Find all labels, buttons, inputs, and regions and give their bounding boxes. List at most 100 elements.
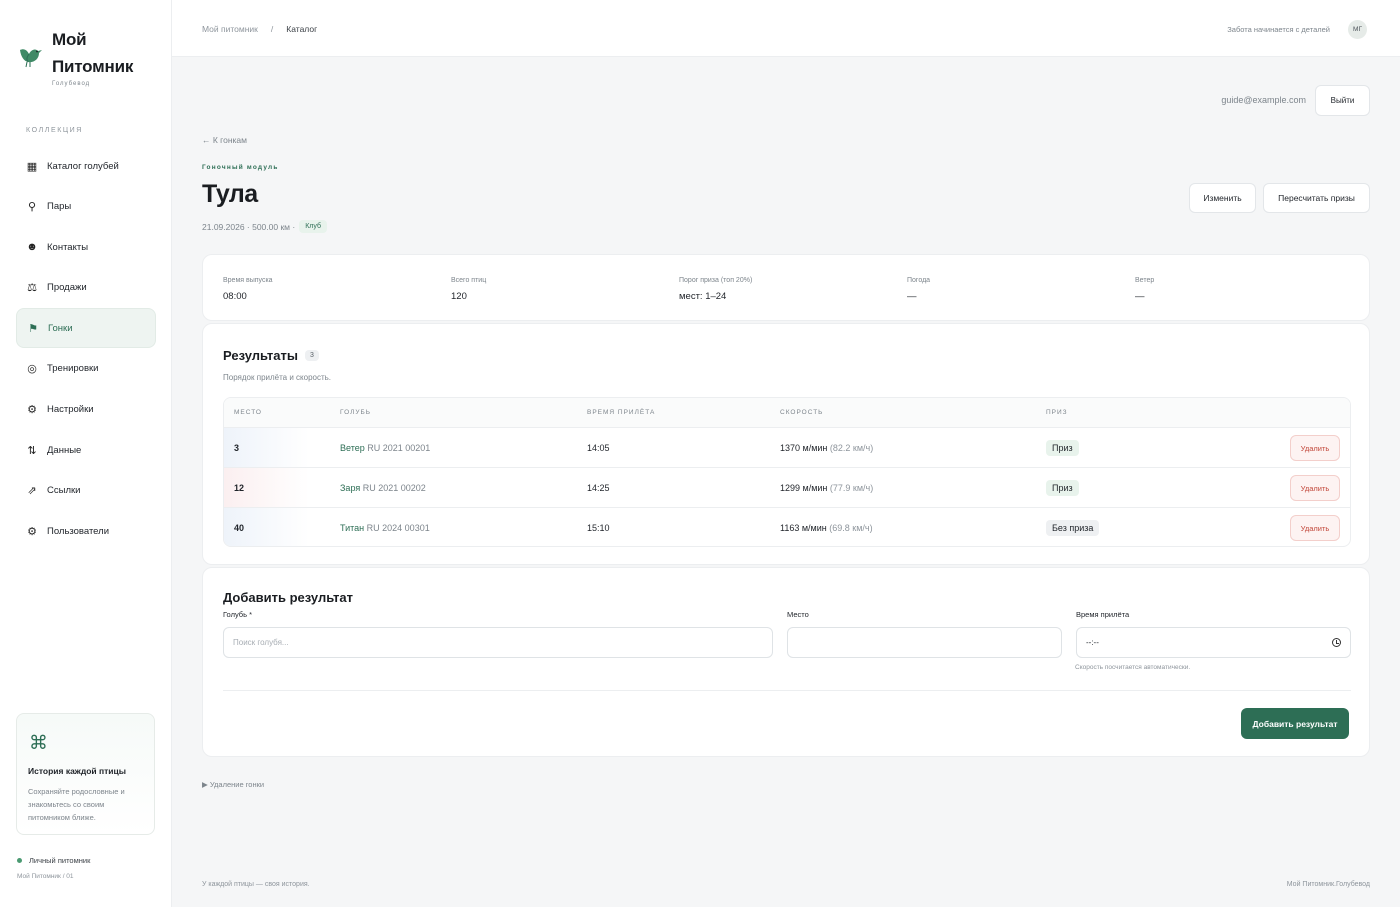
edit-button[interactable]: Изменить — [1189, 183, 1256, 213]
column-header: ПРИЗ — [1046, 409, 1068, 416]
stat-label: Погода — [907, 277, 931, 284]
sidebar-item-sales[interactable]: ⚖ Продажи — [16, 268, 156, 308]
table-row: 3 Ветер RU 2021 00201 14:05 1370 м/мин (… — [224, 428, 1350, 468]
sidebar-item-label: Каталог голубей — [47, 160, 119, 172]
sidebar-item-trainings[interactable]: ◎ Тренировки — [16, 349, 156, 389]
delete-race-toggle[interactable]: ▶ Удаление гонки — [202, 780, 264, 789]
sidebar-item-links[interactable]: ⇗ Ссылки — [16, 471, 156, 511]
pigeon-field-label: Голубь * — [223, 610, 252, 619]
sidebar-item-settings[interactable]: ⚙ Настройки — [16, 390, 156, 430]
recalculate-prizes-button[interactable]: Пересчитать призы — [1263, 183, 1370, 213]
sidebar-item-label: Данные — [47, 444, 82, 456]
stat-value: — — [907, 291, 917, 302]
sidebar-item-label: Настройки — [47, 404, 94, 416]
column-header: ГОЛУБЬ — [340, 409, 372, 416]
breadcrumb: Мой питомник / Каталог — [202, 24, 317, 34]
sidebar-item-catalog[interactable]: ▦ Каталог голубей — [16, 146, 156, 186]
clock-icon[interactable] — [1332, 638, 1341, 647]
topbar: Мой питомник / Каталог Забота начинается с… — [172, 0, 1400, 57]
results-table: МЕСТО ГОЛУБЬ ВРЕМЯ ПРИЛЁТА СКОРОСТЬ ПРИЗ… — [223, 397, 1351, 547]
speed-cell: 1370 м/мин (82.2 км/ч) — [780, 443, 873, 453]
sidebar-meta: Мой Питомник / 01 — [17, 873, 74, 880]
sidebar-item-races[interactable]: ⚑ Гонки — [16, 308, 156, 349]
results-count-badge: 3 — [304, 350, 319, 361]
results-title-text: Результаты — [223, 348, 298, 363]
pigeon-name[interactable]: Ветер — [340, 443, 365, 453]
table-row: 40 Титан RU 2024 00301 15:10 1163 м/мин … — [224, 508, 1350, 546]
sidebar-item-pairs[interactable]: ⚲ Пары — [16, 187, 156, 227]
sidebar-item-label: Ссылки — [47, 485, 81, 497]
stat-label: Порог приза (топ 20%) — [679, 277, 753, 284]
arrival-time-field-label: Время прилёта — [1076, 610, 1130, 619]
sidebar-item-contacts[interactable]: ☻ Контакты — [16, 227, 156, 267]
add-result-button[interactable]: Добавить результат — [1241, 708, 1349, 739]
place-input[interactable] — [787, 627, 1062, 658]
logout-button[interactable]: Выйти — [1315, 85, 1370, 116]
status-dot-icon — [17, 858, 22, 863]
link-arrow-icon: ⇗ — [27, 485, 37, 498]
back-link[interactable]: ← К гонкам — [202, 135, 247, 145]
sidebar-item-users[interactable]: ⚙ Пользователи — [16, 511, 156, 551]
sidebar: Мой Питомник Голубевод КОЛЛЕКЦИЯ ▦ Катал… — [0, 0, 172, 907]
delete-result-button[interactable]: Удалить — [1290, 475, 1340, 501]
delete-result-button[interactable]: Удалить — [1290, 435, 1340, 461]
place-field-label: Место — [787, 610, 809, 619]
speed-hint: Скорость посчитается автоматически. — [1075, 664, 1191, 671]
pigeon-ring: RU 2021 00202 — [362, 483, 426, 493]
sidebar-item-label: Пары — [47, 201, 72, 213]
sidebar-item-data[interactable]: ⇅ Данные — [16, 430, 156, 470]
promo-title: История каждой птицы — [28, 766, 127, 776]
prize-badge: Приз — [1046, 480, 1079, 496]
stat-value: 08:00 — [223, 291, 247, 302]
logo[interactable]: Мой Питомник Голубевод — [18, 26, 168, 90]
promo-card: ⌘ История каждой птицы Сохраняйте родосл… — [16, 713, 155, 835]
pigeon-search-input[interactable] — [223, 627, 773, 658]
stat-label: Ветер — [1135, 277, 1155, 284]
divider — [223, 690, 1351, 691]
speed-kmh: (69.8 км/ч) — [829, 523, 873, 533]
pigeon-name[interactable]: Заря — [340, 483, 360, 493]
stat-value: мест: 1–24 — [679, 291, 727, 302]
brand-subtitle: Голубевод — [52, 81, 91, 87]
tagline: Забота начинается с деталей — [1227, 25, 1330, 34]
breadcrumb-separator: / — [270, 24, 274, 34]
arrival-time-input[interactable]: --:-- — [1076, 627, 1351, 658]
stat-release-time: Время выпуска 08:00 — [223, 277, 273, 302]
pigeon-cell[interactable]: Титан RU 2024 00301 — [340, 523, 430, 533]
stat-weather: Погода — — [907, 277, 930, 302]
promo-text: Сохраняйте родословные и знакомьтесь со … — [28, 787, 125, 822]
sidebar-item-label: Гонки — [48, 322, 73, 334]
stat-wind: Ветер — — [1135, 277, 1154, 302]
breadcrumb-root[interactable]: Мой питомник — [202, 24, 258, 34]
speed-cell: 1163 м/мин (69.8 км/ч) — [780, 523, 873, 533]
sidebar-item-label: Пользователи — [47, 525, 110, 537]
pigeon-ring: RU 2024 00301 — [366, 523, 430, 533]
pigeon-cell[interactable]: Заря RU 2021 00202 — [340, 483, 426, 493]
speed-kmh: (82.2 км/ч) — [829, 443, 874, 453]
avatar[interactable]: МГ — [1348, 20, 1367, 39]
results-title: Результаты 3 — [223, 348, 319, 363]
prize-badge: Приз — [1046, 440, 1079, 456]
arrival-time-cell: 15:10 — [587, 523, 610, 533]
column-header: МЕСТО — [234, 409, 262, 416]
brand-title-line2: Питомник — [52, 57, 134, 76]
arrows-updown-icon: ⇅ — [27, 444, 37, 457]
sidebar-nav: ▦ Каталог голубей ⚲ Пары ☻ Контакты ⚖ Пр… — [16, 146, 156, 552]
delete-result-button[interactable]: Удалить — [1290, 515, 1340, 541]
place-cell: 3 — [234, 443, 240, 453]
pigeon-cell[interactable]: Ветер RU 2021 00201 — [340, 443, 430, 453]
section-label: КОЛЛЕКЦИЯ — [26, 127, 83, 134]
footer-left: У каждой птицы — своя история. — [202, 881, 310, 888]
pigeon-ring: RU 2021 00201 — [367, 443, 431, 453]
bird-logo-icon — [20, 49, 42, 68]
sidebar-item-label: Продажи — [47, 282, 87, 294]
arrival-time-cell: 14:25 — [587, 483, 610, 493]
table-header: МЕСТО ГОЛУБЬ ВРЕМЯ ПРИЛЁТА СКОРОСТЬ ПРИЗ — [224, 398, 1350, 428]
contacts-icon: ☻ — [26, 241, 38, 254]
speed-value: 1370 м/мин — [780, 443, 828, 453]
race-meta-text: 21.09.2026 · 500.00 км · — [202, 221, 296, 232]
users-icon: ⚙ — [27, 525, 37, 538]
pigeon-name[interactable]: Титан — [340, 523, 364, 533]
column-header: ВРЕМЯ ПРИЛЁТА — [587, 409, 656, 416]
stat-label: Всего птиц — [451, 277, 487, 284]
